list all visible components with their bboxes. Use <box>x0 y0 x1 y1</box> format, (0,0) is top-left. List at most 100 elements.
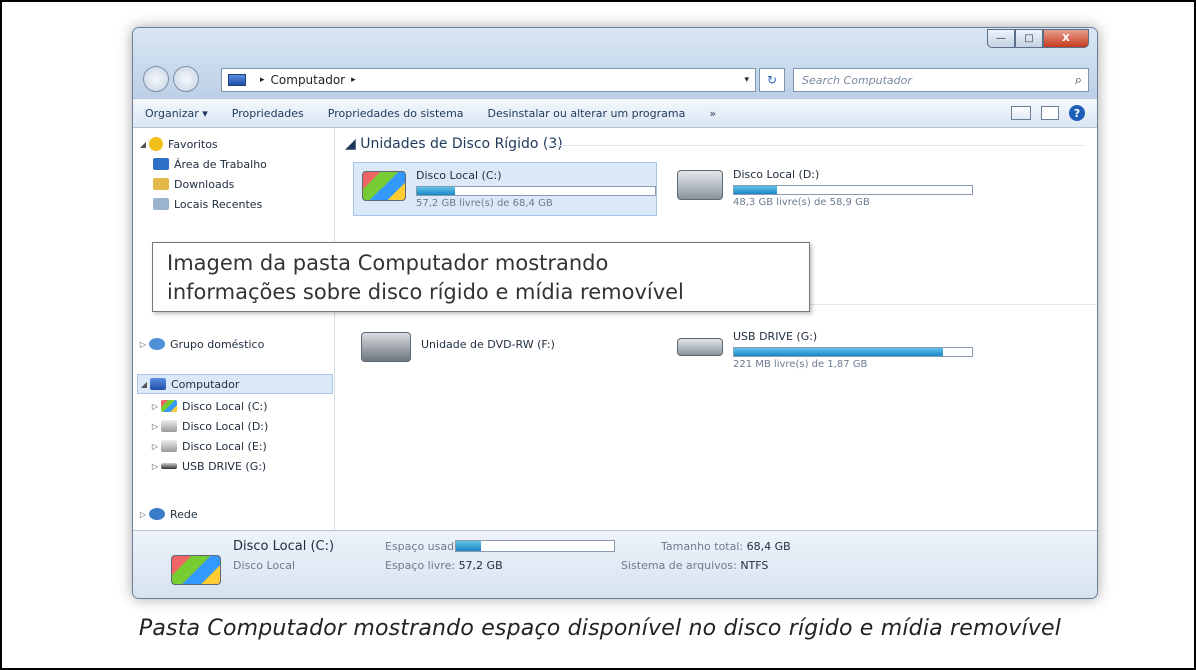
drive-usage-fill <box>417 187 456 195</box>
chevron-right-icon: ▸ <box>260 75 265 85</box>
group-title: Unidades de Disco Rígido (3) <box>360 136 563 152</box>
drive-free-space: 221 MB livre(s) de 1,87 GB <box>733 359 868 370</box>
expand-icon[interactable]: ▷ <box>149 422 161 431</box>
chevron-right-icon[interactable]: ▸ <box>351 75 356 85</box>
forward-button[interactable] <box>173 66 199 92</box>
details-usage-fill <box>456 541 482 551</box>
overlay-tooltip: Imagem da pasta Computador mostrando inf… <box>152 242 810 312</box>
dvd-drive-icon <box>361 332 411 362</box>
drive-tile-c[interactable]: Disco Local (C:) 57,2 GB livre(s) de 68,… <box>353 162 657 216</box>
nav-computador[interactable]: ◢ Computador <box>137 374 333 394</box>
group-divider <box>545 145 1085 146</box>
expand-icon[interactable]: ▷ <box>137 340 149 349</box>
nav-item-disco-c[interactable]: ▷ Disco Local (C:) <box>149 396 268 416</box>
downloads-folder-icon <box>153 178 169 190</box>
usb-drive-icon <box>161 463 177 469</box>
tooltip-line-2: informações sobre disco rígido e mídia r… <box>167 280 684 304</box>
details-total-label: Tamanho total: <box>661 540 744 553</box>
drive-usage-bar <box>733 347 973 357</box>
propriedades-button[interactable]: Propriedades <box>220 107 316 120</box>
computer-icon <box>150 378 166 390</box>
magnifier-icon[interactable]: ⌕ <box>1075 73 1082 88</box>
details-total-value: 68,4 GB <box>746 540 791 553</box>
address-dropdown-icon[interactable]: ▾ <box>744 75 749 85</box>
address-bar[interactable]: ▸ Computador ▸ ▾ <box>221 68 756 92</box>
expand-icon[interactable]: ▷ <box>137 510 149 519</box>
star-icon <box>149 137 163 151</box>
collapse-icon[interactable]: ◢ <box>138 380 150 389</box>
drive-tile-dvd[interactable]: Unidade de DVD-RW (F:) <box>353 324 657 378</box>
desktop-icon <box>153 158 169 170</box>
minimize-button[interactable]: — <box>987 29 1015 48</box>
nav-label: Disco Local (E:) <box>182 439 267 453</box>
desinstalar-programa-button[interactable]: Desinstalar ou alterar um programa <box>476 107 698 120</box>
navigation-pane: ◢ Favoritos Área de Trabalho Downloads L… <box>133 128 335 530</box>
drive-tile-usb[interactable]: USB DRIVE (G:) 221 MB livre(s) de 1,87 G… <box>669 324 973 378</box>
figure-caption: Pasta Computador mostrando espaço dispon… <box>138 616 1062 641</box>
nav-item-locais-recentes[interactable]: Locais Recentes <box>153 194 262 214</box>
propriedades-sistema-button[interactable]: Propriedades do sistema <box>316 107 476 120</box>
drive-name: Disco Local (D:) <box>733 168 820 181</box>
nav-item-downloads[interactable]: Downloads <box>153 174 234 194</box>
nav-grupo-domestico[interactable]: ▷ Grupo doméstico <box>137 334 264 354</box>
drive-free-space: 57,2 GB livre(s) de 68,4 GB <box>416 198 553 209</box>
usb-drive-icon <box>677 338 723 356</box>
caption-buttons: — □ X <box>987 29 1089 48</box>
expand-icon[interactable]: ▷ <box>149 402 161 411</box>
figure-frame: — □ X ▸ Computador ▸ ▾ ↻ Search Computad… <box>0 0 1196 670</box>
help-icon[interactable]: ? <box>1069 105 1085 121</box>
nav-item-area-de-trabalho[interactable]: Área de Trabalho <box>153 154 267 174</box>
search-input[interactable]: Search Computador ⌕ <box>793 68 1089 92</box>
change-view-icon[interactable] <box>1011 106 1031 120</box>
details-free-label: Espaço livre: <box>385 559 456 572</box>
drive-usage-bar <box>416 186 656 196</box>
title-bar: — □ X ▸ Computador ▸ ▾ ↻ Search Computad… <box>133 28 1097 98</box>
nav-label: Rede <box>170 507 198 521</box>
drive-usage-fill <box>734 186 777 194</box>
system-drive-icon <box>362 171 406 201</box>
preview-pane-icon[interactable] <box>1041 106 1059 120</box>
maximize-button[interactable]: □ <box>1015 29 1043 48</box>
nav-item-disco-e[interactable]: ▷ Disco Local (E:) <box>149 436 267 456</box>
system-drive-icon <box>161 400 177 412</box>
nav-label: Locais Recentes <box>174 197 263 211</box>
details-free-value: 57,2 GB <box>458 559 503 572</box>
drive-tile-d[interactable]: Disco Local (D:) 48,3 GB livre(s) de 58,… <box>669 162 973 216</box>
command-bar: Organizar ▾ Propriedades Propriedades do… <box>133 98 1097 128</box>
back-button[interactable] <box>143 66 169 92</box>
details-drive-type: Disco Local <box>233 559 296 572</box>
network-icon <box>149 508 165 520</box>
hard-drive-icon <box>677 170 723 200</box>
expand-icon[interactable]: ▷ <box>149 462 161 471</box>
nav-label: Favoritos <box>168 137 218 151</box>
search-placeholder: Search Computador <box>802 73 912 87</box>
nav-item-usb-drive[interactable]: ▷ USB DRIVE (G:) <box>149 456 266 476</box>
nav-label: Disco Local (C:) <box>182 399 268 413</box>
hard-drive-icon <box>161 440 177 452</box>
nav-label: Downloads <box>174 177 235 191</box>
nav-item-disco-d[interactable]: ▷ Disco Local (D:) <box>149 416 268 436</box>
drive-name: Unidade de DVD-RW (F:) <box>421 338 555 351</box>
more-commands-button[interactable]: » <box>697 107 728 120</box>
drive-usage-bar <box>733 185 973 195</box>
group-header-hard-disks[interactable]: ◢ Unidades de Disco Rígido (3) <box>345 136 563 152</box>
close-button[interactable]: X <box>1043 29 1089 48</box>
drive-free-space: 48,3 GB livre(s) de 58,9 GB <box>733 197 870 208</box>
drive-usage-fill <box>734 348 944 356</box>
expand-icon[interactable]: ▷ <box>149 442 161 451</box>
address-segment-computador[interactable]: Computador <box>271 73 346 87</box>
hard-drive-icon <box>161 420 177 432</box>
drive-name: Disco Local (C:) <box>416 169 502 182</box>
expand-icon[interactable]: ◢ <box>137 140 149 149</box>
drive-name: USB DRIVE (G:) <box>733 330 818 343</box>
explorer-window: — □ X ▸ Computador ▸ ▾ ↻ Search Computad… <box>132 27 1098 599</box>
details-used-label: Espaço usado: <box>385 540 465 553</box>
details-usage-bar <box>455 540 615 552</box>
nav-favoritos[interactable]: ◢ Favoritos <box>137 134 218 154</box>
details-fs-value: NTFS <box>740 559 769 572</box>
nav-label: Área de Trabalho <box>174 157 267 171</box>
organizar-menu[interactable]: Organizar ▾ <box>133 107 220 120</box>
refresh-button[interactable]: ↻ <box>759 68 785 92</box>
nav-label: USB DRIVE (G:) <box>182 459 267 473</box>
nav-rede[interactable]: ▷ Rede <box>137 504 198 524</box>
